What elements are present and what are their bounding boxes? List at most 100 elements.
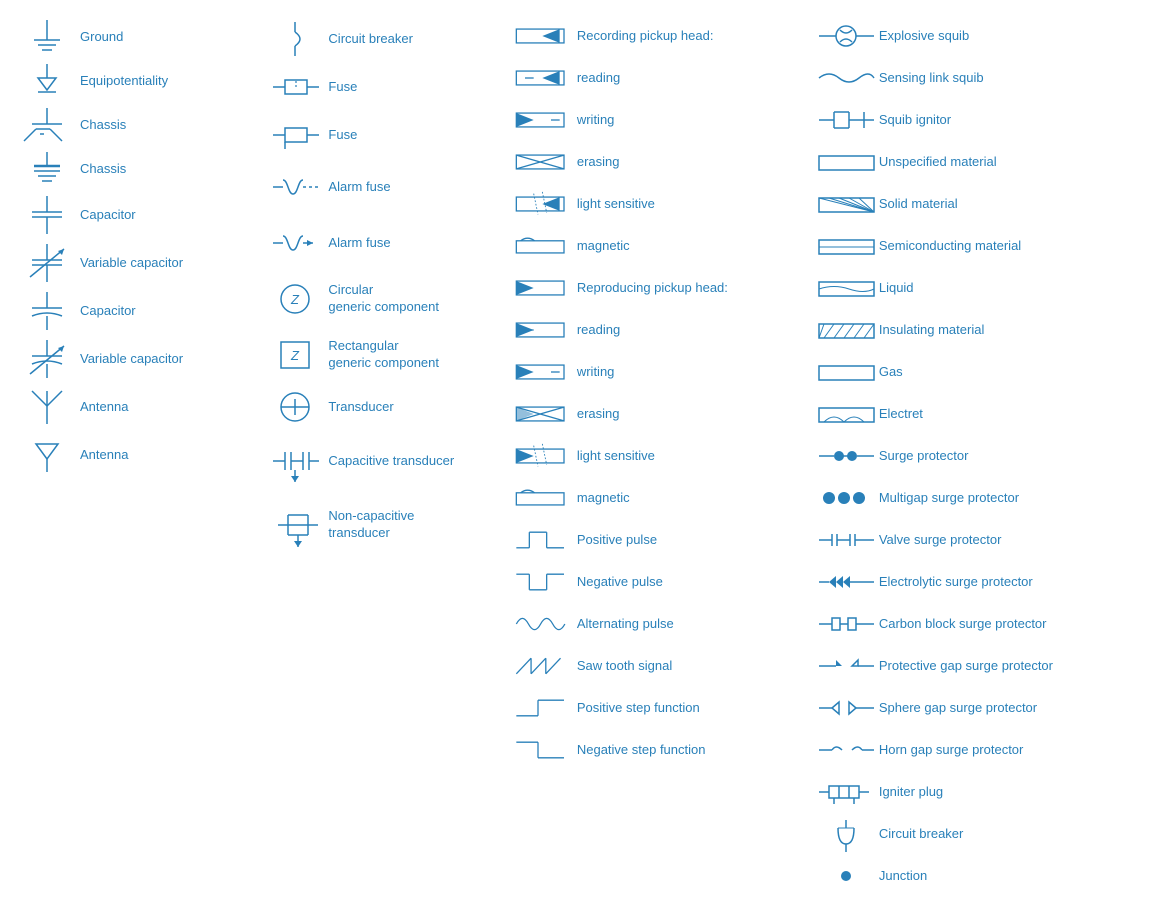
reading1-label: reading: [577, 70, 620, 87]
positive-step-label: Positive step function: [577, 700, 700, 717]
magnetic1-symbol: [512, 230, 577, 262]
list-item: Liquid: [814, 267, 1148, 309]
positive-pulse-symbol: [512, 521, 577, 559]
writing2-symbol: [512, 356, 577, 388]
ground-label: Ground: [80, 29, 123, 46]
list-item: magnetic: [512, 477, 814, 519]
capacitor2-label: Capacitor: [80, 303, 136, 320]
list-item: Ground: [15, 15, 263, 59]
erasing1-symbol: [512, 146, 577, 178]
list-item: Capacitive transducer: [263, 431, 511, 492]
negative-step-label: Negative step function: [577, 742, 706, 759]
solid-material-symbol: [814, 190, 879, 218]
antenna1-label: Antenna: [80, 399, 128, 416]
list-item: Electrolytic surge protector: [814, 561, 1148, 603]
list-item: Capacitor: [15, 287, 263, 335]
capacitor1-label: Capacitor: [80, 207, 136, 224]
chassis2-symbol: [15, 150, 80, 188]
negative-pulse-symbol: [512, 563, 577, 601]
list-item: light sensitive: [512, 183, 814, 225]
equipotentiality-symbol: [15, 62, 80, 100]
list-item: Alarm fuse: [263, 215, 511, 271]
protective-gap-surge-protector-symbol: [814, 652, 879, 680]
list-item: Non-capacitive transducer: [263, 492, 511, 558]
circular-generic-label: Circular generic component: [328, 282, 439, 316]
multigap-surge-protector-symbol: [814, 484, 879, 512]
variable-capacitor1-label: Variable capacitor: [80, 255, 183, 272]
squib-ignitor-symbol: [814, 104, 879, 136]
list-item: Alternating pulse: [512, 603, 814, 645]
list-item: Fuse: [263, 63, 511, 111]
list-item: light sensitive: [512, 435, 814, 477]
carbon-block-surge-protector-symbol: [814, 610, 879, 638]
unspecified-material-symbol: [814, 148, 879, 176]
list-item: Fuse: [263, 111, 511, 159]
list-item: Negative step function: [512, 729, 814, 771]
reading2-symbol: [512, 314, 577, 346]
sphere-gap-surge-protector-symbol: [814, 694, 879, 722]
list-item: erasing: [512, 393, 814, 435]
insulating-material-symbol: [814, 316, 879, 344]
list-item: Sensing link squib: [814, 57, 1148, 99]
solid-material-label: Solid material: [879, 196, 958, 213]
list-item: Antenna: [15, 431, 263, 479]
column-1: Ground Equipotentiality: [15, 15, 263, 710]
gas-label: Gas: [879, 364, 903, 381]
alternating-pulse-label: Alternating pulse: [577, 616, 674, 633]
list-item: Antenna: [15, 383, 263, 431]
list-item: Junction: [814, 855, 1148, 897]
alarm-fuse2-symbol: [263, 218, 328, 268]
reproducing-pickup-head-label: Reproducing pickup head:: [577, 280, 728, 297]
capacitive-transducer-label: Capacitive transducer: [328, 453, 454, 470]
electrolytic-surge-protector-label: Electrolytic surge protector: [879, 574, 1033, 591]
magnetic2-label: magnetic: [577, 490, 630, 507]
circuit-breaker2-symbol: [814, 816, 879, 852]
protective-gap-surge-protector-label: Protective gap surge protector: [879, 658, 1053, 675]
column-4: Explosive squib Sensing link squib: [814, 15, 1148, 710]
circuit-breaker2-label: Circuit breaker: [879, 826, 964, 843]
surge-protector-symbol: [814, 442, 879, 470]
equipotentiality-label: Equipotentiality: [80, 73, 168, 90]
alarm-fuse1-label: Alarm fuse: [328, 179, 390, 196]
alternating-pulse-symbol: [512, 605, 577, 643]
list-item: Negative pulse: [512, 561, 814, 603]
igniter-plug-label: Igniter plug: [879, 784, 943, 801]
explosive-squib-label: Explosive squib: [879, 28, 969, 45]
capacitor1-symbol: [15, 194, 80, 236]
erasing2-label: erasing: [577, 406, 620, 423]
variable-capacitor2-label: Variable capacitor: [80, 351, 183, 368]
negative-pulse-label: Negative pulse: [577, 574, 663, 591]
list-item: Semiconducting material: [814, 225, 1148, 267]
saw-tooth-label: Saw tooth signal: [577, 658, 672, 675]
list-item: Chassis: [15, 103, 263, 147]
chassis1-label: Chassis: [80, 117, 126, 134]
horn-gap-surge-protector-symbol: [814, 734, 879, 766]
gas-symbol: [814, 358, 879, 386]
non-capacitive-transducer-label: Non-capacitive transducer: [328, 508, 414, 542]
list-item: Horn gap surge protector: [814, 729, 1148, 771]
antenna1-symbol: [15, 386, 80, 428]
list-item: Positive step function: [512, 687, 814, 729]
alarm-fuse1-symbol: [263, 162, 328, 212]
list-item: Gas: [814, 351, 1148, 393]
carbon-block-surge-protector-label: Carbon block surge protector: [879, 616, 1047, 633]
ground-symbol: [15, 18, 80, 56]
variable-capacitor1-symbol: [15, 242, 80, 284]
sensing-link-squib-symbol: [814, 62, 879, 94]
list-item: Recording pickup head:: [512, 15, 814, 57]
non-capacitive-transducer-symbol: [263, 495, 328, 555]
svg-text:Z: Z: [290, 348, 300, 363]
list-item: Multigap surge protector: [814, 477, 1148, 519]
list-item: Alarm fuse: [263, 159, 511, 215]
junction-label: Junction: [879, 868, 927, 885]
list-item: Carbon block surge protector: [814, 603, 1148, 645]
list-item: Sphere gap surge protector: [814, 687, 1148, 729]
fuse1-symbol: [263, 66, 328, 108]
semiconducting-material-label: Semiconducting material: [879, 238, 1021, 255]
alarm-fuse2-label: Alarm fuse: [328, 235, 390, 252]
list-item: Squib ignitor: [814, 99, 1148, 141]
surge-protector-label: Surge protector: [879, 448, 969, 465]
light-sensitive1-label: light sensitive: [577, 196, 655, 213]
liquid-label: Liquid: [879, 280, 914, 297]
insulating-material-label: Insulating material: [879, 322, 985, 339]
